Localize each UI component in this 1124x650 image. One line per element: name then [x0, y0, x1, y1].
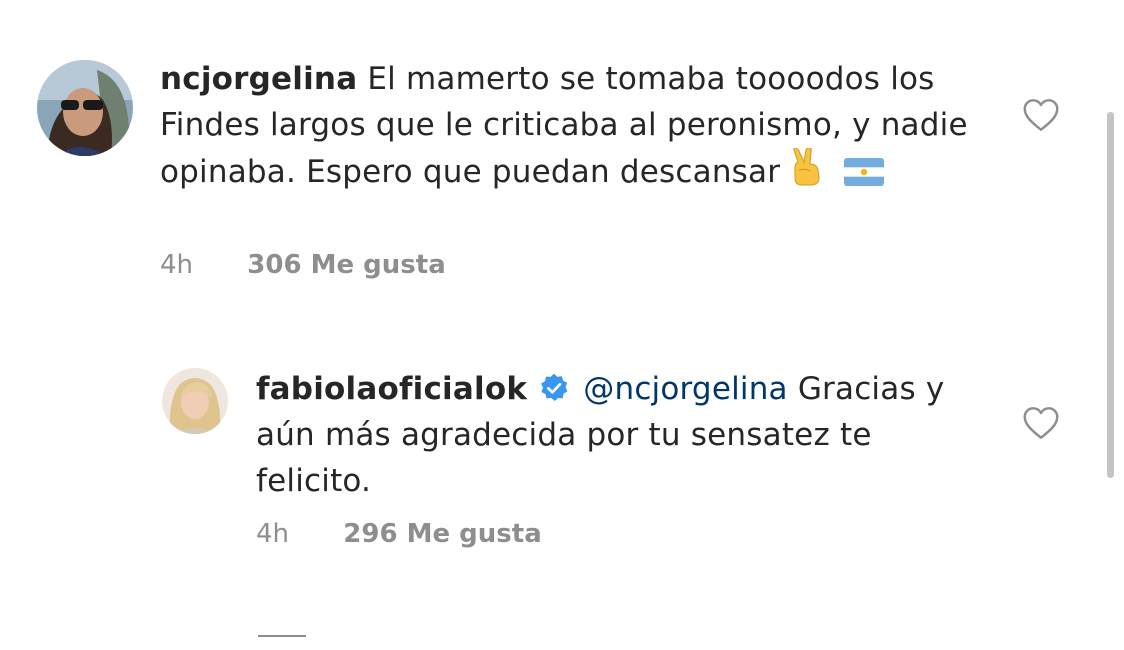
- comment-meta: 4h 306 Me gusta: [160, 250, 446, 280]
- likes-count[interactable]: 296 Me gusta: [343, 519, 541, 549]
- avatar[interactable]: [162, 368, 228, 434]
- mention-link[interactable]: @ncjorgelina: [583, 371, 788, 407]
- comment-text-block: ncjorgelina El mamerto se tomaba toooodo…: [160, 56, 980, 195]
- divider-line: [258, 634, 306, 637]
- argentina-flag-emoji: [844, 158, 885, 186]
- username[interactable]: ncjorgelina: [160, 61, 357, 97]
- avatar[interactable]: [37, 60, 133, 156]
- scrollbar[interactable]: [1107, 112, 1114, 478]
- comment-text-block: fabiolaoficialok @ncjorgelina Gracias y …: [256, 366, 976, 504]
- heart-outline-icon[interactable]: [1022, 98, 1062, 134]
- likes-count[interactable]: 306 Me gusta: [247, 250, 445, 280]
- victory-hand-emoji: [790, 148, 824, 186]
- username[interactable]: fabiolaoficialok: [256, 371, 527, 407]
- comment-meta: 4h 296 Me gusta: [256, 519, 542, 549]
- verified-badge-icon: [539, 373, 569, 403]
- heart-outline-icon[interactable]: [1022, 406, 1062, 442]
- timestamp: 4h: [256, 519, 290, 549]
- view-more-replies-button[interactable]: [258, 620, 320, 650]
- timestamp: 4h: [160, 250, 194, 280]
